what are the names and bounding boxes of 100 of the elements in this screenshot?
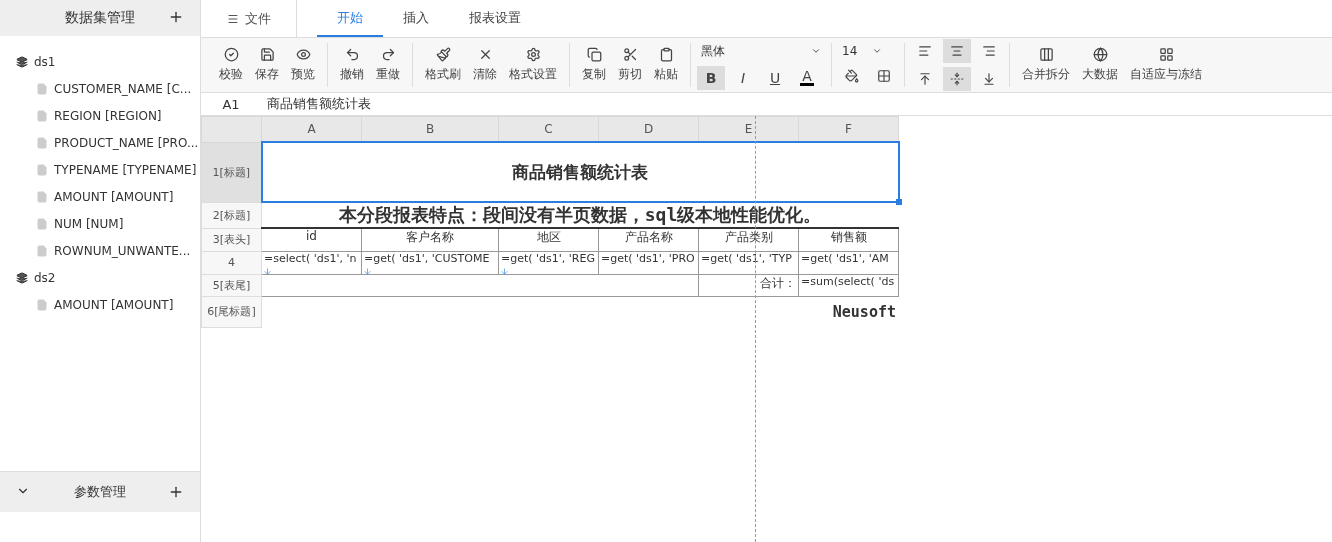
align-button[interactable] <box>943 39 971 63</box>
layers-icon <box>16 55 28 68</box>
row-header[interactable]: 5[表尾] <box>201 274 262 296</box>
ribbon-tab[interactable]: 报表设置 <box>449 0 541 37</box>
file-icon <box>36 190 48 203</box>
paint-bucket-icon <box>845 69 859 83</box>
clipboard-icon <box>658 47 674 62</box>
toolbar-button[interactable]: 格式刷 <box>419 47 467 83</box>
add-icon[interactable] <box>168 484 184 500</box>
caret-icon <box>811 46 821 56</box>
border-grid-icon <box>877 69 891 83</box>
align-center-icon <box>950 44 964 58</box>
column-header[interactable]: A <box>261 116 362 142</box>
font-size-select[interactable]: 14 <box>838 42 886 60</box>
font-select[interactable]: 黑体 <box>697 40 825 62</box>
column-heading: id <box>261 228 362 251</box>
eye-icon <box>295 47 311 62</box>
total-label: 合计： <box>698 274 799 296</box>
row-header[interactable]: 2[标题] <box>201 202 262 228</box>
column-heading: 客户名称 <box>361 228 499 251</box>
formula-cell: =sum(select( 'ds <box>798 274 899 296</box>
formula-cell: =get( 'ds1', 'REG <box>498 251 599 274</box>
panel-title: 数据集管理 <box>65 9 135 27</box>
paintbrush-icon <box>435 47 451 62</box>
column-header[interactable]: F <box>798 116 899 142</box>
toolbar-button[interactable]: 重做 <box>370 47 406 83</box>
fill-handle[interactable] <box>895 199 902 205</box>
row-header[interactable]: 6[尾标题] <box>201 296 262 327</box>
file-icon <box>36 82 48 95</box>
field-item[interactable]: CUSTOMER_NAME [C... <box>0 75 200 102</box>
save-icon <box>259 47 275 62</box>
column-header[interactable]: E <box>698 116 799 142</box>
toolbar-button[interactable]: 格式设置 <box>503 47 563 83</box>
corner-cell[interactable] <box>201 116 262 142</box>
field-item[interactable]: REGION [REGION] <box>0 102 200 129</box>
file-icon <box>36 163 48 176</box>
file-icon <box>36 244 48 257</box>
grid-icon <box>1158 47 1174 62</box>
merge-cells-icon <box>1038 47 1054 62</box>
column-header[interactable]: C <box>498 116 599 142</box>
file-icon <box>36 109 48 122</box>
copy-icon <box>586 47 602 62</box>
caret-icon <box>872 46 882 56</box>
toolbar-button[interactable]: 预览 <box>285 47 321 83</box>
toolbar-button[interactable]: 粘贴 <box>648 47 684 83</box>
cell-reference: A1 <box>221 96 241 112</box>
toolbar-button[interactable]: 剪切 <box>612 47 648 83</box>
field-item[interactable]: ROWNUM_UNWANTE... <box>0 237 200 264</box>
ribbon-tab[interactable]: 插入 <box>383 0 449 37</box>
align-left-icon <box>918 44 932 58</box>
text-style-button[interactable]: B <box>697 65 725 90</box>
toolbar-button[interactable]: 复制 <box>576 47 612 83</box>
report-title: 商品销售额统计表 <box>261 142 899 202</box>
font-color-button[interactable]: A <box>793 65 821 90</box>
globe-icon <box>1092 47 1108 62</box>
file-icon <box>36 136 48 149</box>
column-heading: 销售额 <box>798 228 899 251</box>
field-item[interactable]: AMOUNT [AMOUNT] <box>0 291 200 318</box>
row-header[interactable]: 4 <box>201 251 262 274</box>
formula-cell: =get( 'ds1', 'PRO <box>598 251 699 274</box>
field-item[interactable]: AMOUNT [AMOUNT] <box>0 183 200 210</box>
file-icon <box>36 298 48 311</box>
report-subtitle: 本分段报表特点：段间没有半页数据，sql级本地性能优化。 <box>261 202 899 228</box>
formula-cell: =select( 'ds1', 'n <box>261 251 362 274</box>
row-header[interactable]: 1[标题] <box>201 142 262 202</box>
field-item[interactable]: PRODUCT_NAME [PRO... <box>0 129 200 156</box>
toolbar-button[interactable]: 校验 <box>213 47 249 83</box>
align-middle-icon <box>950 72 964 86</box>
toolbar-button[interactable]: 撤销 <box>334 47 370 83</box>
undo-icon <box>344 47 360 62</box>
vertical-align-button[interactable] <box>943 67 971 91</box>
column-heading: 产品类别 <box>698 228 799 251</box>
panel-title: 参数管理 <box>74 483 126 501</box>
scissors-icon <box>622 47 638 62</box>
field-item[interactable]: TYPENAME [TYPENAME] <box>0 156 200 183</box>
column-heading: 产品名称 <box>598 228 699 251</box>
toolbar-button[interactable]: 自适应与冻结 <box>1124 47 1208 83</box>
column-header[interactable]: B <box>361 116 499 142</box>
row-header[interactable]: 3[表头] <box>201 228 262 251</box>
check-circle-icon <box>223 47 239 62</box>
dataset-item[interactable]: ds1 <box>0 48 200 75</box>
toolbar-button[interactable]: 保存 <box>249 47 285 83</box>
toolbar-button[interactable]: 大数据 <box>1076 47 1124 83</box>
dataset-item[interactable]: ds2 <box>0 264 200 291</box>
formula-cell: =get( 'ds1', 'AM <box>798 251 899 274</box>
add-icon[interactable] <box>168 9 184 25</box>
align-top-icon <box>918 72 932 86</box>
formula-value[interactable]: 商品销售额统计表 <box>261 95 371 113</box>
settings-icon <box>525 47 541 62</box>
toolbar-button[interactable]: 清除 <box>467 47 503 83</box>
align-right-icon <box>982 44 996 58</box>
field-item[interactable]: NUM [NUM] <box>0 210 200 237</box>
file-icon <box>36 217 48 230</box>
text-style-button[interactable]: I <box>729 65 757 90</box>
text-style-button[interactable]: U <box>761 65 789 90</box>
formula-cell: =get( 'ds1', 'CUSTOME <box>361 251 499 274</box>
toolbar-button[interactable]: 合并拆分 <box>1016 47 1076 83</box>
column-header[interactable]: D <box>598 116 699 142</box>
menu-icon <box>226 12 239 25</box>
layers-icon <box>16 271 28 284</box>
